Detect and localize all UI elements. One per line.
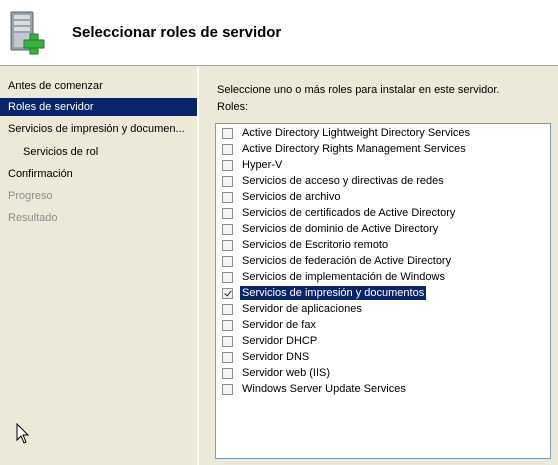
role-label[interactable]: Servicios de federación de Active Direct… (240, 254, 453, 268)
role-label[interactable]: Servidor de fax (240, 318, 318, 332)
role-label[interactable]: Servicios de certificados de Active Dire… (240, 206, 457, 220)
wizard-content-pane: Seleccione uno o más roles para instalar… (197, 66, 558, 465)
role-item[interactable]: Active Directory Lightweight Directory S… (222, 125, 472, 141)
role-label[interactable]: Servicios de dominio de Active Directory (240, 222, 440, 236)
nav-step-roles-de-servidor[interactable]: Roles de servidor (0, 98, 197, 116)
role-label[interactable]: Servicios de acceso y directivas de rede… (240, 174, 446, 188)
role-label[interactable]: Servicios de archivo (240, 190, 342, 204)
role-checkbox[interactable] (222, 127, 233, 139)
mouse-cursor-icon (16, 423, 30, 444)
nav-step-resultado: Resultado (8, 212, 58, 224)
role-label[interactable]: Active Directory Lightweight Directory S… (240, 126, 472, 140)
wizard-header: Seleccionar roles de servidor (0, 0, 558, 66)
role-checkbox[interactable] (222, 223, 233, 235)
roles-list[interactable]: Active Directory Lightweight Directory S… (215, 123, 551, 459)
role-item[interactable]: Active Directory Rights Management Servi… (222, 141, 468, 157)
role-label[interactable]: Windows Server Update Services (240, 382, 408, 396)
role-item[interactable]: Servicios de implementación de Windows (222, 269, 447, 285)
role-checkbox[interactable] (222, 239, 233, 251)
role-item[interactable]: Servicios de acceso y directivas de rede… (222, 173, 446, 189)
role-item[interactable]: Windows Server Update Services (222, 381, 408, 397)
nav-step-antes-de-comenzar[interactable]: Antes de comenzar (0, 77, 197, 95)
role-item[interactable]: Servicios de federación de Active Direct… (222, 253, 453, 269)
role-checkbox[interactable] (222, 383, 233, 395)
role-label[interactable]: Servidor DNS (240, 350, 311, 364)
role-item[interactable]: Servidor de aplicaciones (222, 301, 364, 317)
add-roles-wizard-window: Seleccionar roles de servidor Antes de c… (0, 0, 558, 465)
role-checkbox[interactable] (222, 335, 233, 347)
instruction-text: Seleccione uno o más roles para instalar… (217, 84, 500, 96)
wizard-steps-pane: Antes de comenzar Roles de servidor Serv… (0, 66, 197, 465)
roles-label: Roles: (217, 101, 249, 113)
role-checkbox[interactable] (222, 319, 233, 331)
role-item[interactable]: Servidor DNS (222, 349, 311, 365)
role-checkbox[interactable] (222, 303, 233, 315)
role-item[interactable]: Servicios de archivo (222, 189, 342, 205)
role-checkbox[interactable] (222, 159, 233, 171)
role-checkbox[interactable] (222, 367, 233, 379)
server-add-icon (10, 11, 45, 55)
role-checkbox-checked[interactable] (222, 287, 233, 299)
role-item[interactable]: Servidor DHCP (222, 333, 319, 349)
role-label[interactable]: Servidor DHCP (240, 334, 319, 348)
role-item[interactable]: Servidor de fax (222, 317, 318, 333)
role-label[interactable]: Servicios de implementación de Windows (240, 270, 447, 284)
role-checkbox[interactable] (222, 271, 233, 283)
role-item[interactable]: Servicios de certificados de Active Dire… (222, 205, 457, 221)
role-item[interactable]: Servicios de dominio de Active Directory (222, 221, 440, 237)
role-checkbox[interactable] (222, 175, 233, 187)
role-item[interactable]: Servidor web (IIS) (222, 365, 332, 381)
role-checkbox[interactable] (222, 351, 233, 363)
role-checkbox[interactable] (222, 143, 233, 155)
role-label[interactable]: Servidor web (IIS) (240, 366, 332, 380)
role-label[interactable]: Hyper-V (240, 158, 284, 172)
role-item-selected[interactable]: Servicios de impresión y documentos (222, 285, 427, 301)
role-item[interactable]: Hyper-V (222, 157, 284, 173)
role-item[interactable]: Servicios de Escritorio remoto (222, 237, 390, 253)
nav-step-servicios-de-rol[interactable]: Servicios de rol (0, 143, 197, 161)
role-label[interactable]: Servicios de impresión y documentos (240, 286, 427, 300)
role-checkbox[interactable] (222, 207, 233, 219)
role-label[interactable]: Active Directory Rights Management Servi… (240, 142, 468, 156)
nav-step-confirmacion[interactable]: Confirmación (0, 165, 197, 183)
nav-step-progreso: Progreso (8, 190, 53, 202)
nav-step-servicios-impresion[interactable]: Servicios de impresión y documen... (0, 120, 197, 138)
role-label[interactable]: Servicios de Escritorio remoto (240, 238, 390, 252)
role-label[interactable]: Servidor de aplicaciones (240, 302, 364, 316)
role-checkbox[interactable] (222, 255, 233, 267)
role-checkbox[interactable] (222, 191, 233, 203)
page-title: Seleccionar roles de servidor (72, 24, 282, 41)
